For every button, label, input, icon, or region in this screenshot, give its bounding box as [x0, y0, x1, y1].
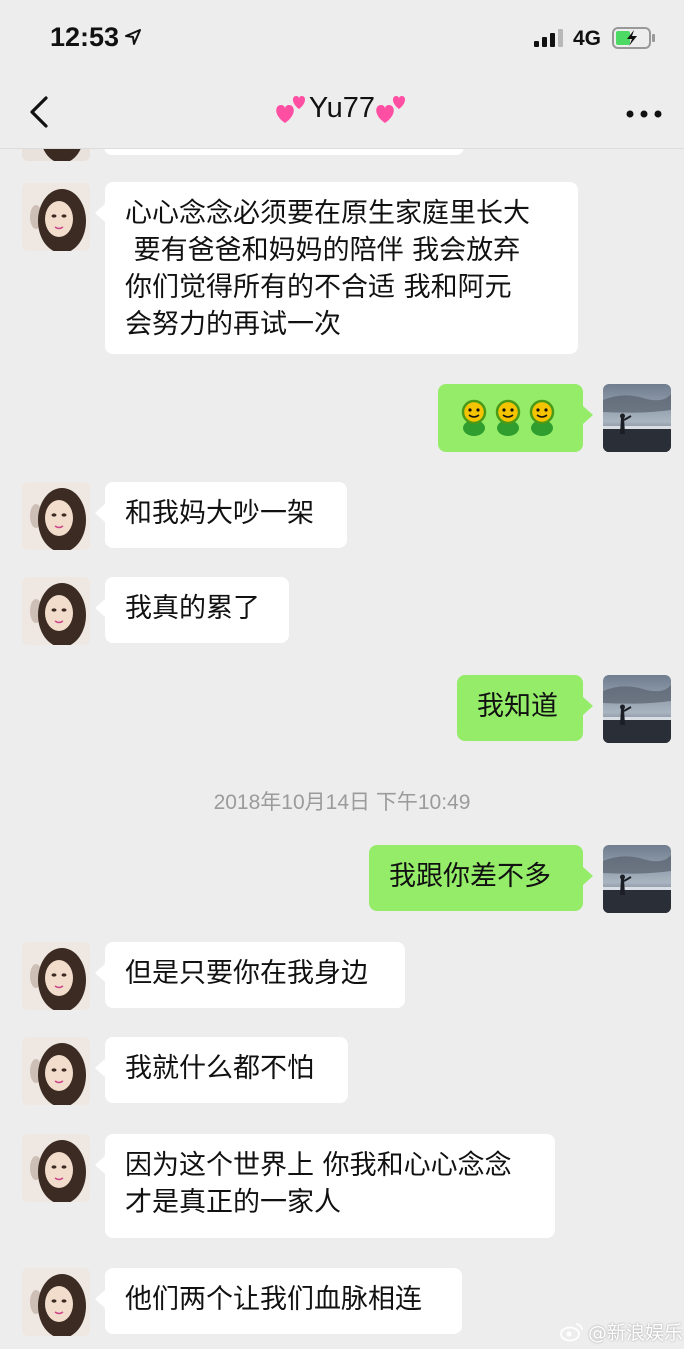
- status-bar: 12:53 4G: [0, 0, 684, 76]
- location-arrow-icon: [125, 29, 141, 45]
- received-message-bubble[interactable]: 他们两个让我们血脉相连: [95, 1268, 462, 1334]
- received-message-bubble[interactable]: 我就什么都不怕: [95, 1037, 348, 1103]
- contact-avatar[interactable]: [22, 1037, 90, 1105]
- message-text: 我跟你差不多: [389, 861, 551, 892]
- watermark-text: @新浪娱乐: [588, 1322, 684, 1344]
- battery-charging-icon: [612, 27, 655, 49]
- message-text: 因为这个世界上 你我和心心念念 才是真正的一家人: [125, 1150, 512, 1218]
- cellular-signal-icon: [534, 29, 563, 47]
- bubble-tail: [95, 1059, 105, 1077]
- bubble-tail: [583, 406, 593, 424]
- chat-title: Yu77: [275, 92, 409, 125]
- contact-avatar[interactable]: [22, 1134, 90, 1202]
- two-hearts-icon: [276, 95, 305, 123]
- bubble-tail: [583, 867, 593, 885]
- message-text: 但是只要你在我身边: [125, 958, 368, 989]
- message-text: 我真的累了: [125, 593, 260, 624]
- bubble-tail: [95, 204, 105, 222]
- bubble-tail: [95, 964, 105, 982]
- bubble-tail: [95, 599, 105, 617]
- sent-message-bubble[interactable]: [438, 384, 593, 452]
- two-hearts-icon: [376, 95, 406, 123]
- message-text: 和我妈大吵一架: [125, 498, 314, 529]
- received-message-bubble[interactable]: 但是只要你在我身边: [95, 942, 405, 1008]
- received-message-bubble[interactable]: 因为这个世界上 你我和心心念念 才是真正的一家人: [95, 1134, 555, 1238]
- smiley-sprout-emoji-icon: [458, 398, 490, 446]
- status-time: 12:53: [50, 22, 120, 52]
- watermark: @新浪娱乐: [560, 1318, 683, 1345]
- weibo-logo-icon: [560, 1322, 583, 1341]
- bubble-tail: [95, 504, 105, 522]
- contact-avatar[interactable]: [22, 1268, 90, 1336]
- contact-avatar[interactable]: [22, 942, 90, 1010]
- bubble-tail: [95, 1290, 105, 1308]
- chat-timestamp: 2018年10月14日 下午10:49: [213, 791, 471, 814]
- contact-avatar[interactable]: [22, 577, 90, 645]
- my-avatar[interactable]: [603, 845, 671, 913]
- my-avatar[interactable]: [603, 675, 671, 743]
- bubble-tail: [95, 1156, 105, 1174]
- smiley-sprout-emoji-icon: [526, 398, 558, 446]
- network-type: 4G: [573, 27, 602, 50]
- sent-message-bubble[interactable]: 我跟你差不多: [369, 845, 593, 911]
- message-text: 心心念念必须要在原生家庭里长大 要有爸爸和妈妈的陪伴 我会放弃 你们觉得所有的不…: [125, 198, 530, 340]
- received-message-bubble[interactable]: 和我妈大吵一架: [95, 482, 347, 548]
- my-avatar[interactable]: [603, 384, 671, 452]
- emoji-group: [458, 398, 563, 446]
- contact-avatar[interactable]: [22, 482, 90, 550]
- chat-title-text: Yu77: [308, 92, 376, 124]
- contact-avatar[interactable]: [22, 149, 90, 161]
- smiley-sprout-emoji-icon: [492, 398, 524, 446]
- message-text: 我知道: [477, 691, 558, 722]
- chat-header: Yu77: [0, 76, 684, 149]
- received-message-bubble[interactable]: 我真的累了: [95, 577, 289, 643]
- message-text: 他们两个让我们血脉相连: [125, 1284, 422, 1315]
- sent-message-bubble[interactable]: 我知道: [457, 675, 593, 741]
- more-options-icon[interactable]: [626, 110, 662, 118]
- message-text: 我就什么都不怕: [125, 1053, 314, 1084]
- message-bubble-partial: [104, 149, 464, 155]
- bubble-tail: [583, 697, 593, 715]
- contact-avatar[interactable]: [22, 183, 90, 251]
- received-message-bubble[interactable]: 心心念念必须要在原生家庭里长大 要有爸爸和妈妈的陪伴 我会放弃 你们觉得所有的不…: [95, 182, 578, 354]
